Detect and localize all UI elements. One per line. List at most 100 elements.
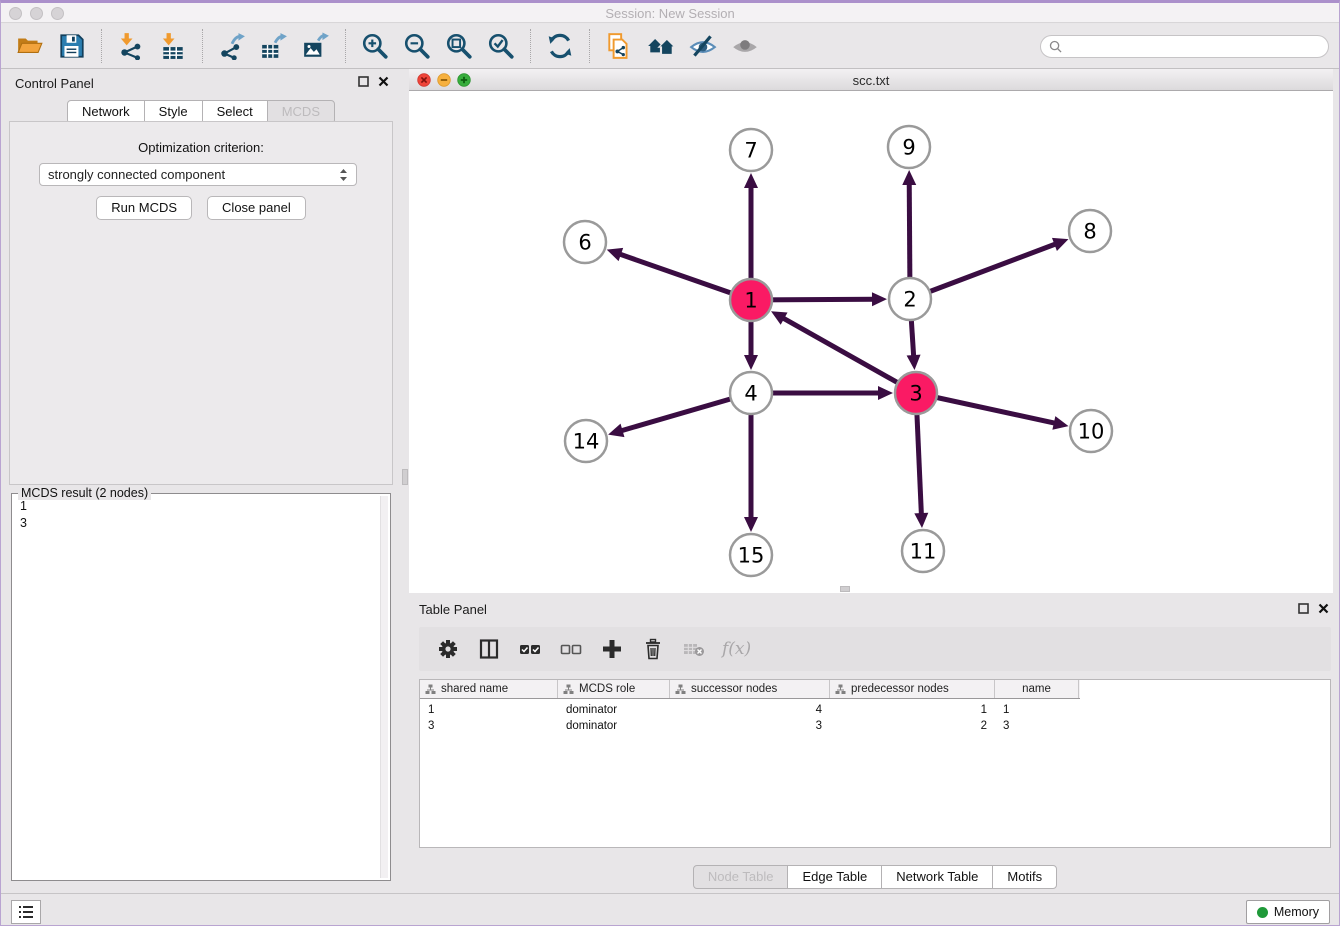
graph-edge[interactable] — [910, 243, 1057, 299]
deselect-all-icon — [560, 638, 582, 660]
graph-edge-arrowhead — [744, 517, 758, 532]
table-panel-title: Table Panel — [419, 602, 487, 617]
zoom-in-button[interactable] — [360, 31, 390, 61]
node-table: shared name MCDS role successor nodes pr… — [419, 679, 1331, 848]
zoom-fit-button[interactable] — [444, 31, 474, 61]
result-scrollbar[interactable] — [380, 496, 388, 878]
optimization-criterion-label: Optimization criterion: — [10, 140, 392, 155]
graph-edge-arrowhead — [1052, 238, 1069, 251]
memory-label: Memory — [1274, 905, 1319, 919]
add-column-button[interactable] — [599, 636, 625, 662]
zoom-fit-icon — [445, 32, 473, 60]
function-builder-button[interactable]: f(x) — [722, 636, 751, 662]
control-panel-title: Control Panel — [15, 76, 94, 91]
memory-button[interactable]: Memory — [1246, 900, 1330, 924]
delete-column-button[interactable] — [640, 636, 666, 662]
tab-node-table[interactable]: Node Table — [693, 865, 789, 889]
graph-node-label: 1 — [744, 289, 757, 313]
column-header-name[interactable]: name — [995, 680, 1079, 698]
toolbar-separator — [202, 29, 203, 63]
save-session-button[interactable] — [57, 31, 87, 61]
column-header-successor-nodes[interactable]: successor nodes — [670, 680, 830, 698]
import-table-button[interactable] — [158, 31, 188, 61]
show-all-button[interactable] — [730, 31, 760, 61]
import-table-icon — [159, 32, 187, 60]
cell-shared-name[interactable]: 1 — [420, 703, 558, 719]
splitter-handle[interactable] — [402, 469, 408, 485]
graph-edge-arrowhead — [607, 248, 623, 261]
select-all-button[interactable] — [517, 636, 543, 662]
close-panel-icon[interactable] — [378, 76, 389, 87]
toolbar-separator — [589, 29, 590, 63]
column-header-mcds-role[interactable]: MCDS role — [558, 680, 670, 698]
vertical-splitter[interactable] — [401, 69, 409, 893]
search-input[interactable] — [1067, 40, 1320, 54]
open-session-button[interactable] — [15, 31, 45, 61]
float-panel-icon[interactable] — [358, 76, 369, 87]
float-panel-icon[interactable] — [1298, 603, 1309, 614]
deselect-all-button[interactable] — [558, 636, 584, 662]
tab-edge-table[interactable]: Edge Table — [787, 865, 882, 889]
optimization-criterion-select[interactable]: strongly connected component — [39, 163, 357, 186]
cell-predecessor-nodes[interactable]: 1 — [830, 703, 995, 719]
column-header-shared-name[interactable]: shared name — [420, 680, 558, 698]
function-builder-icon: f(x) — [722, 639, 751, 659]
search-field[interactable] — [1040, 35, 1329, 58]
tab-motifs[interactable]: Motifs — [992, 865, 1057, 889]
table-row[interactable]: 1 dominator 4 1 1 — [420, 703, 1330, 719]
close-panel-button[interactable]: Close panel — [207, 196, 306, 220]
graph-edge[interactable] — [781, 317, 916, 393]
cell-name[interactable]: 1 — [995, 703, 1079, 719]
mcds-result-text[interactable]: 1 3 — [14, 498, 378, 878]
graph-node-label: 10 — [1078, 420, 1105, 444]
columns-button[interactable] — [476, 636, 502, 662]
graph-node-label: 8 — [1083, 220, 1096, 244]
trash-icon — [642, 638, 664, 660]
table-row[interactable]: 3 dominator 3 2 3 — [420, 719, 1330, 735]
refresh-button[interactable] — [545, 31, 575, 61]
zoom-out-button[interactable] — [402, 31, 432, 61]
graph-node-label: 11 — [910, 540, 937, 564]
network-window-titlebar[interactable]: scc.txt — [409, 69, 1333, 91]
cell-predecessor-nodes[interactable]: 2 — [830, 719, 995, 735]
run-mcds-button[interactable]: Run MCDS — [96, 196, 192, 220]
column-header-predecessor-nodes[interactable]: predecessor nodes — [830, 680, 995, 698]
cell-successor-nodes[interactable]: 4 — [670, 703, 830, 719]
control-panel: Control Panel Network Style Select MCDS … — [1, 69, 401, 893]
network-graph[interactable]: 7968124314101511 — [409, 91, 1333, 593]
first-neighbors-button[interactable] — [604, 31, 634, 61]
cell-shared-name[interactable]: 3 — [420, 719, 558, 735]
zoom-selected-button[interactable] — [486, 31, 516, 61]
task-history-button[interactable] — [11, 900, 41, 924]
cell-mcds-role[interactable]: dominator — [558, 719, 670, 735]
export-image-button[interactable] — [301, 31, 331, 61]
cell-mcds-role[interactable]: dominator — [558, 703, 670, 719]
graph-edge-arrowhead — [608, 424, 624, 437]
network-canvas[interactable]: 7968124314101511 — [409, 91, 1333, 593]
graph-node-label: 2 — [903, 288, 916, 312]
export-network-button[interactable] — [217, 31, 247, 61]
open-session-icon — [16, 32, 44, 60]
delete-table-button[interactable] — [681, 636, 707, 662]
home-button[interactable] — [646, 31, 676, 61]
home-icon — [646, 32, 676, 60]
tab-network-table[interactable]: Network Table — [881, 865, 993, 889]
cell-name[interactable]: 3 — [995, 719, 1079, 735]
graph-edge-arrowhead — [1052, 416, 1068, 430]
splitter-handle[interactable] — [840, 586, 850, 592]
column-type-icon — [425, 684, 436, 695]
table-tabs: Node Table Edge Table Network Table Moti… — [409, 865, 1340, 889]
cell-successor-nodes[interactable]: 3 — [670, 719, 830, 735]
close-panel-icon[interactable] — [1318, 603, 1329, 614]
graph-node-label: 9 — [902, 136, 915, 160]
titlebar: Session: New Session — [1, 3, 1339, 23]
export-table-button[interactable] — [259, 31, 289, 61]
gear-button[interactable] — [435, 636, 461, 662]
zoom-out-icon — [403, 32, 431, 60]
search-icon — [1049, 40, 1062, 53]
graph-node-label: 14 — [573, 430, 600, 454]
chevron-updown-icon — [339, 168, 348, 182]
hide-selected-button[interactable] — [688, 31, 718, 61]
import-network-button[interactable] — [116, 31, 146, 61]
graph-edge-arrowhead — [872, 292, 887, 306]
